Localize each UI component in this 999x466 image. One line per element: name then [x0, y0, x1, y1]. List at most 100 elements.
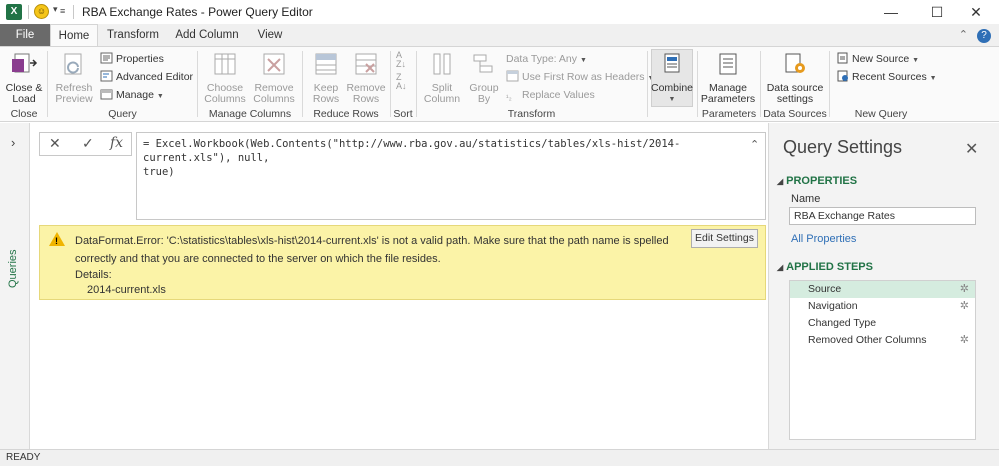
collapse-triangle-icon: ◢ — [777, 177, 784, 186]
refresh-preview-icon — [64, 53, 82, 75]
error-details-value: 2014-current.xls — [87, 284, 166, 296]
advanced-editor-button[interactable]: Advanced Editor — [100, 69, 193, 86]
formula-bar-buttons: ✕ ✓ fx — [39, 132, 132, 156]
group-label-data-sources: Data Sources — [763, 108, 827, 120]
gear-icon[interactable]: ✲ — [960, 281, 969, 298]
group-separator — [302, 51, 303, 117]
group-separator — [390, 51, 391, 117]
gear-icon[interactable]: ✲ — [960, 298, 969, 315]
collapse-ribbon-icon[interactable]: ⌃ — [959, 29, 968, 41]
sort-ascending-button[interactable]: A Z↓ — [396, 51, 406, 69]
collapse-formula-icon[interactable]: ⌃ — [750, 138, 759, 151]
help-icon[interactable]: ? — [977, 29, 991, 43]
smiley-dropdown-icon[interactable]: ▾ — [53, 4, 58, 15]
group-separator — [647, 51, 648, 117]
status-bar: READY — [0, 449, 999, 466]
group-separator — [47, 51, 48, 117]
properties-button[interactable]: Properties — [100, 51, 164, 68]
commit-formula-icon[interactable]: ✓ — [82, 135, 94, 152]
group-label-query: Query — [108, 108, 137, 120]
split-column-icon — [433, 53, 451, 75]
group-separator — [197, 51, 198, 117]
group-label-new-query: New Query — [854, 108, 908, 120]
combine-button[interactable]: Combine ▼ — [651, 51, 693, 105]
step-source[interactable]: Source ✲ — [790, 281, 975, 298]
title-bar: X ☺ ▾ ≡ RBA Exchange Rates - Power Query… — [0, 0, 999, 24]
ribbon: Close & Load Close Refresh Preview Prope… — [0, 46, 999, 122]
minimize-button[interactable]: — — [868, 0, 914, 24]
feedback-smiley-icon[interactable]: ☺ — [34, 4, 49, 19]
close-load-icon — [12, 53, 38, 73]
close-load-button[interactable]: Close & Load — [4, 51, 44, 105]
manage-button[interactable]: Manage ▼ — [100, 87, 164, 104]
remove-rows-button[interactable]: Remove Rows — [346, 51, 386, 105]
queries-rail-label: Queries — [7, 249, 19, 288]
remove-rows-icon — [355, 53, 377, 75]
ribbon-tabs: File Home Transform Add Column View ⌃ ? — [0, 24, 999, 47]
group-label-transform: Transform — [507, 108, 556, 120]
group-label-close: Close — [10, 108, 38, 120]
cancel-formula-icon[interactable]: ✕ — [49, 135, 61, 152]
remove-columns-button[interactable]: Remove Columns — [252, 51, 296, 105]
replace-values-button[interactable]: ¹₂ Replace Values — [506, 87, 595, 104]
choose-columns-icon — [214, 53, 236, 75]
properties-icon — [100, 52, 113, 64]
data-type-dropdown[interactable]: Data Type: Any ▼ — [506, 51, 587, 68]
group-separator — [829, 51, 830, 117]
group-label-manage-columns: Manage Columns — [208, 108, 292, 120]
quick-access-customize-icon[interactable]: ≡ — [60, 6, 65, 16]
group-label-parameters: Parameters — [701, 108, 757, 120]
group-by-button[interactable]: Group By — [466, 51, 502, 105]
group-separator — [697, 51, 698, 117]
tab-file[interactable]: File — [0, 24, 50, 46]
close-pane-icon[interactable]: ✕ — [965, 139, 978, 159]
step-changed-type[interactable]: Changed Type — [790, 315, 975, 332]
sort-descending-button[interactable]: Z A↓ — [396, 73, 407, 91]
tab-view[interactable]: View — [248, 24, 292, 46]
first-row-headers-icon — [506, 70, 519, 82]
step-navigation[interactable]: Navigation ✲ — [790, 298, 975, 315]
manage-parameters-icon — [719, 53, 737, 75]
group-label-reduce-rows: Reduce Rows — [313, 108, 379, 120]
queries-rail[interactable]: › Queries — [0, 123, 30, 449]
applied-steps-section-header[interactable]: ◢ APPLIED STEPS — [777, 261, 873, 273]
all-properties-link[interactable]: All Properties — [791, 233, 856, 245]
split-column-button[interactable]: Split Column — [422, 51, 462, 105]
manage-parameters-button[interactable]: Manage Parameters — [700, 51, 756, 105]
recent-sources-icon — [837, 70, 848, 82]
query-name-input[interactable]: RBA Exchange Rates — [789, 207, 976, 225]
status-text: READY — [6, 452, 41, 463]
step-removed-other-columns[interactable]: Removed Other Columns ✲ — [790, 332, 975, 349]
tab-transform[interactable]: Transform — [100, 24, 166, 46]
new-source-icon — [837, 52, 848, 64]
expand-chevron-icon[interactable]: › — [11, 135, 15, 150]
use-first-row-headers-button[interactable]: Use First Row as Headers ▼ — [506, 69, 654, 86]
error-message: DataFormat.Error: 'C:\statistics\tables\… — [75, 235, 669, 265]
recent-sources-button[interactable]: Recent Sources ▼ — [836, 69, 937, 86]
refresh-preview-button[interactable]: Refresh Preview — [52, 51, 96, 105]
name-label: Name — [791, 193, 821, 205]
data-source-settings-button[interactable]: Data source settings — [764, 51, 826, 105]
remove-columns-icon — [263, 53, 285, 75]
collapse-triangle-icon: ◢ — [777, 263, 784, 272]
data-source-settings-icon — [785, 53, 805, 73]
group-separator — [760, 51, 761, 117]
close-window-button[interactable]: ✕ — [953, 0, 999, 24]
keep-rows-button[interactable]: Keep Rows — [308, 51, 344, 105]
advanced-editor-icon — [100, 70, 113, 82]
group-label-sort: Sort — [393, 108, 413, 120]
properties-section-header[interactable]: ◢ PROPERTIES — [777, 175, 857, 187]
error-details-label: Details: — [75, 269, 112, 281]
tab-add-column[interactable]: Add Column — [168, 24, 246, 46]
group-by-icon — [473, 54, 493, 73]
formula-input[interactable]: = Excel.Workbook(Web.Contents("http://ww… — [136, 132, 766, 220]
gear-icon[interactable]: ✲ — [960, 332, 969, 349]
fx-icon[interactable]: fx — [110, 135, 123, 151]
new-source-button[interactable]: New Source ▼ — [836, 51, 919, 68]
choose-columns-button[interactable]: Choose Columns — [203, 51, 247, 105]
tab-home[interactable]: Home — [50, 24, 98, 47]
edit-settings-button[interactable]: Edit Settings — [691, 229, 758, 248]
combine-icon — [664, 53, 680, 73]
keep-rows-icon — [315, 53, 337, 75]
manage-icon — [100, 89, 113, 100]
